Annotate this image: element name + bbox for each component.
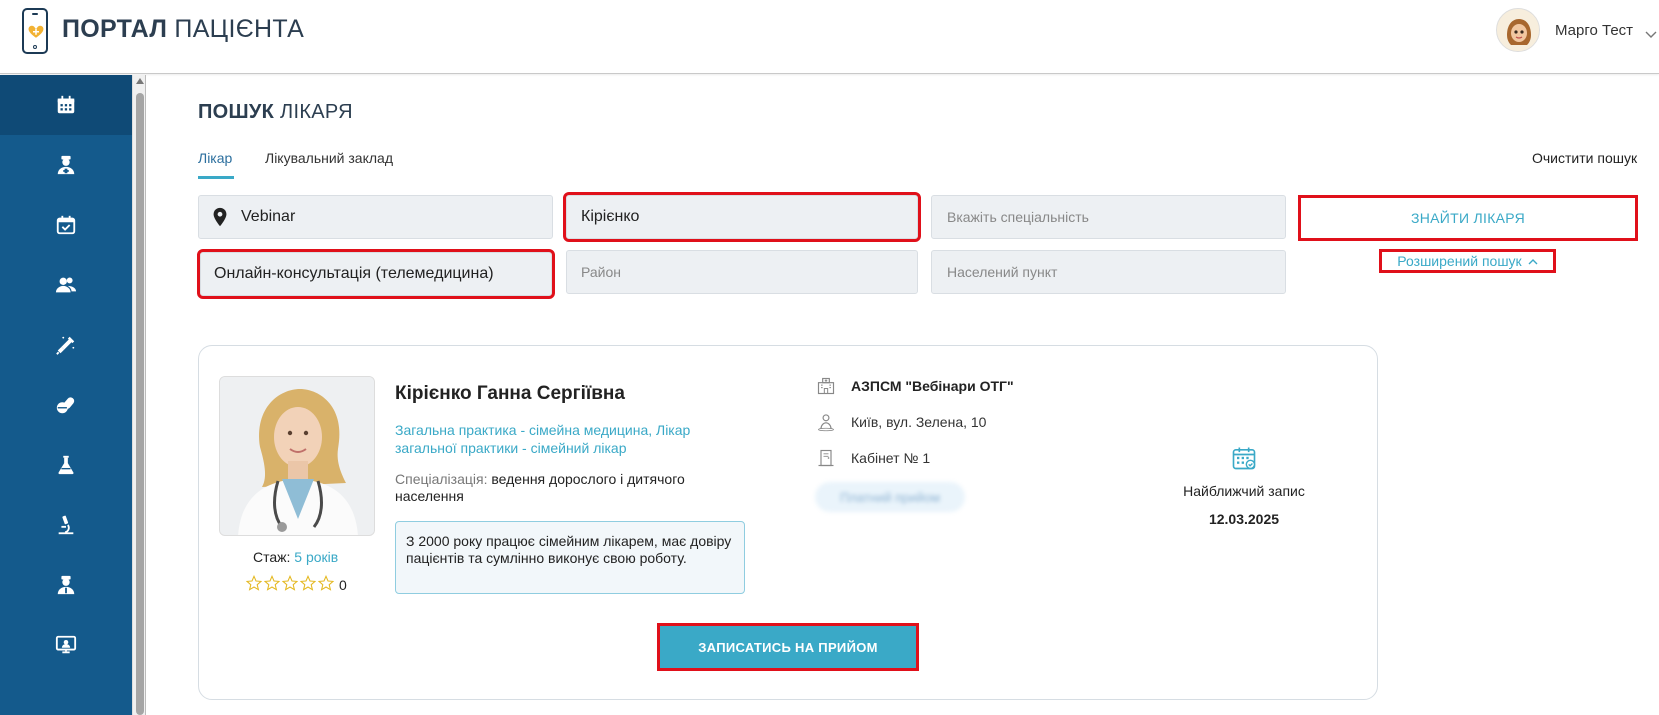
sidebar-item-nurses[interactable] [0,555,132,615]
door-icon [815,447,837,469]
doctor-name[interactable]: Кірієнко Ганна Сергіївна [395,383,625,405]
scroll-up-arrow-icon[interactable] [136,78,144,84]
sidebar-scrollbar[interactable] [132,75,146,715]
book-appointment-button[interactable]: ЗАПИСАТИСЬ НА ПРИЙОМ [657,623,919,671]
star-icon [264,575,280,591]
address-row: Київ, вул. Зелена, 10 [815,411,986,433]
calendar-check-icon [1230,444,1258,477]
tab-facility[interactable]: Лікувальний заклад [265,150,393,166]
consultation-type-select[interactable]: Онлайн-консультація (телемедицина) [197,249,555,299]
flask-icon [58,455,74,475]
tab-doctor[interactable]: Лікар [198,150,232,166]
consultation-type-value: Онлайн-консультація (телемедицина) [214,265,494,282]
experience-value: 5 років [294,549,339,565]
hospital-icon [815,375,837,397]
nurse-icon [57,575,75,595]
doctor-specialization: Спеціалізація: ведення дорослого і дитяч… [395,471,685,504]
location-person-icon [815,411,837,433]
map-pin-icon [213,207,227,227]
rating-stars [246,575,334,591]
chevron-up-icon [1528,258,1538,264]
doctor-specialties: Загальна практика - сімейна медицина, Лі… [395,422,691,456]
sidebar-item-telemedicine[interactable] [0,615,132,675]
pills-icon [56,397,75,414]
clear-search-link[interactable]: Очистити пошук [1532,150,1637,166]
doctor-name-value: Кірієнко [581,208,640,225]
star-icon [300,575,316,591]
specialty-input[interactable]: Вкажіть спеціальність [931,195,1286,239]
nearest-appointment-label: Найближчий запис [1183,483,1305,499]
rating-value: 0 [339,577,347,593]
sidebar-item-diagnostics[interactable] [0,495,132,555]
star-icon [282,575,298,591]
doctor-name-input[interactable]: Кірієнко [563,192,921,242]
doctor-about: З 2000 року працює сімейним лікарем, має… [395,521,745,594]
facility-row: АЗПСМ "Вебінари ОТГ" [815,375,1014,397]
specialty-placeholder: Вкажіть спеціальність [947,209,1089,225]
sidebar-item-appointments[interactable] [0,195,132,255]
sidebar-item-doctors[interactable] [0,135,132,195]
syringe-icon [56,336,75,355]
calendar-check-icon [56,215,76,235]
experience: Стаж: 5 років [253,549,339,565]
settlement-placeholder: Населений пункт [947,264,1058,280]
advanced-search-label: Розширений пошук [1397,253,1522,269]
sidebar-item-lab[interactable] [0,435,132,495]
cabinet-row: Кабінет № 1 [815,447,930,469]
settlement-input[interactable]: Населений пункт [931,250,1286,294]
users-icon [55,277,77,293]
doctor-icon [57,155,75,175]
advanced-search-toggle[interactable]: Розширений пошук [1379,249,1556,273]
user-avatar[interactable] [1496,8,1540,52]
logo-phone-icon [22,8,48,54]
calendar-icon [57,95,75,114]
sidebar-item-prescriptions[interactable] [0,375,132,435]
doctor-photo [219,376,375,536]
district-input[interactable]: Район [566,250,918,294]
active-tab-indicator [198,176,234,179]
location-value: Vebinar [241,208,296,225]
logo-text[interactable]: ПОРТАЛ ПАЦІЄНТА [62,15,304,44]
district-placeholder: Район [581,264,621,280]
telemedicine-icon [55,635,77,654]
user-name[interactable]: Марго Тест [1555,22,1633,39]
microscope-icon [58,515,74,535]
nearest-appointment-date: 12.03.2025 [1208,511,1280,527]
location-field[interactable]: Vebinar [198,195,553,239]
scroll-thumb[interactable] [136,93,144,715]
sidebar-item-calendar[interactable] [0,75,132,135]
sidebar-item-vaccination[interactable] [0,315,132,375]
star-icon [246,575,262,591]
sidebar-item-family[interactable] [0,255,132,315]
app-header: ПОРТАЛ ПАЦІЄНТА Марго Тест [0,0,1659,74]
page-title: ПОШУК ЛІКАРЯ [198,101,353,123]
star-icon [318,575,334,591]
find-doctor-button[interactable]: ЗНАЙТИ ЛІКАРЯ [1298,195,1638,241]
chevron-down-icon[interactable] [1645,26,1657,44]
sidebar [0,75,132,715]
paid-appointment-badge[interactable]: Платний прийом [815,482,965,512]
